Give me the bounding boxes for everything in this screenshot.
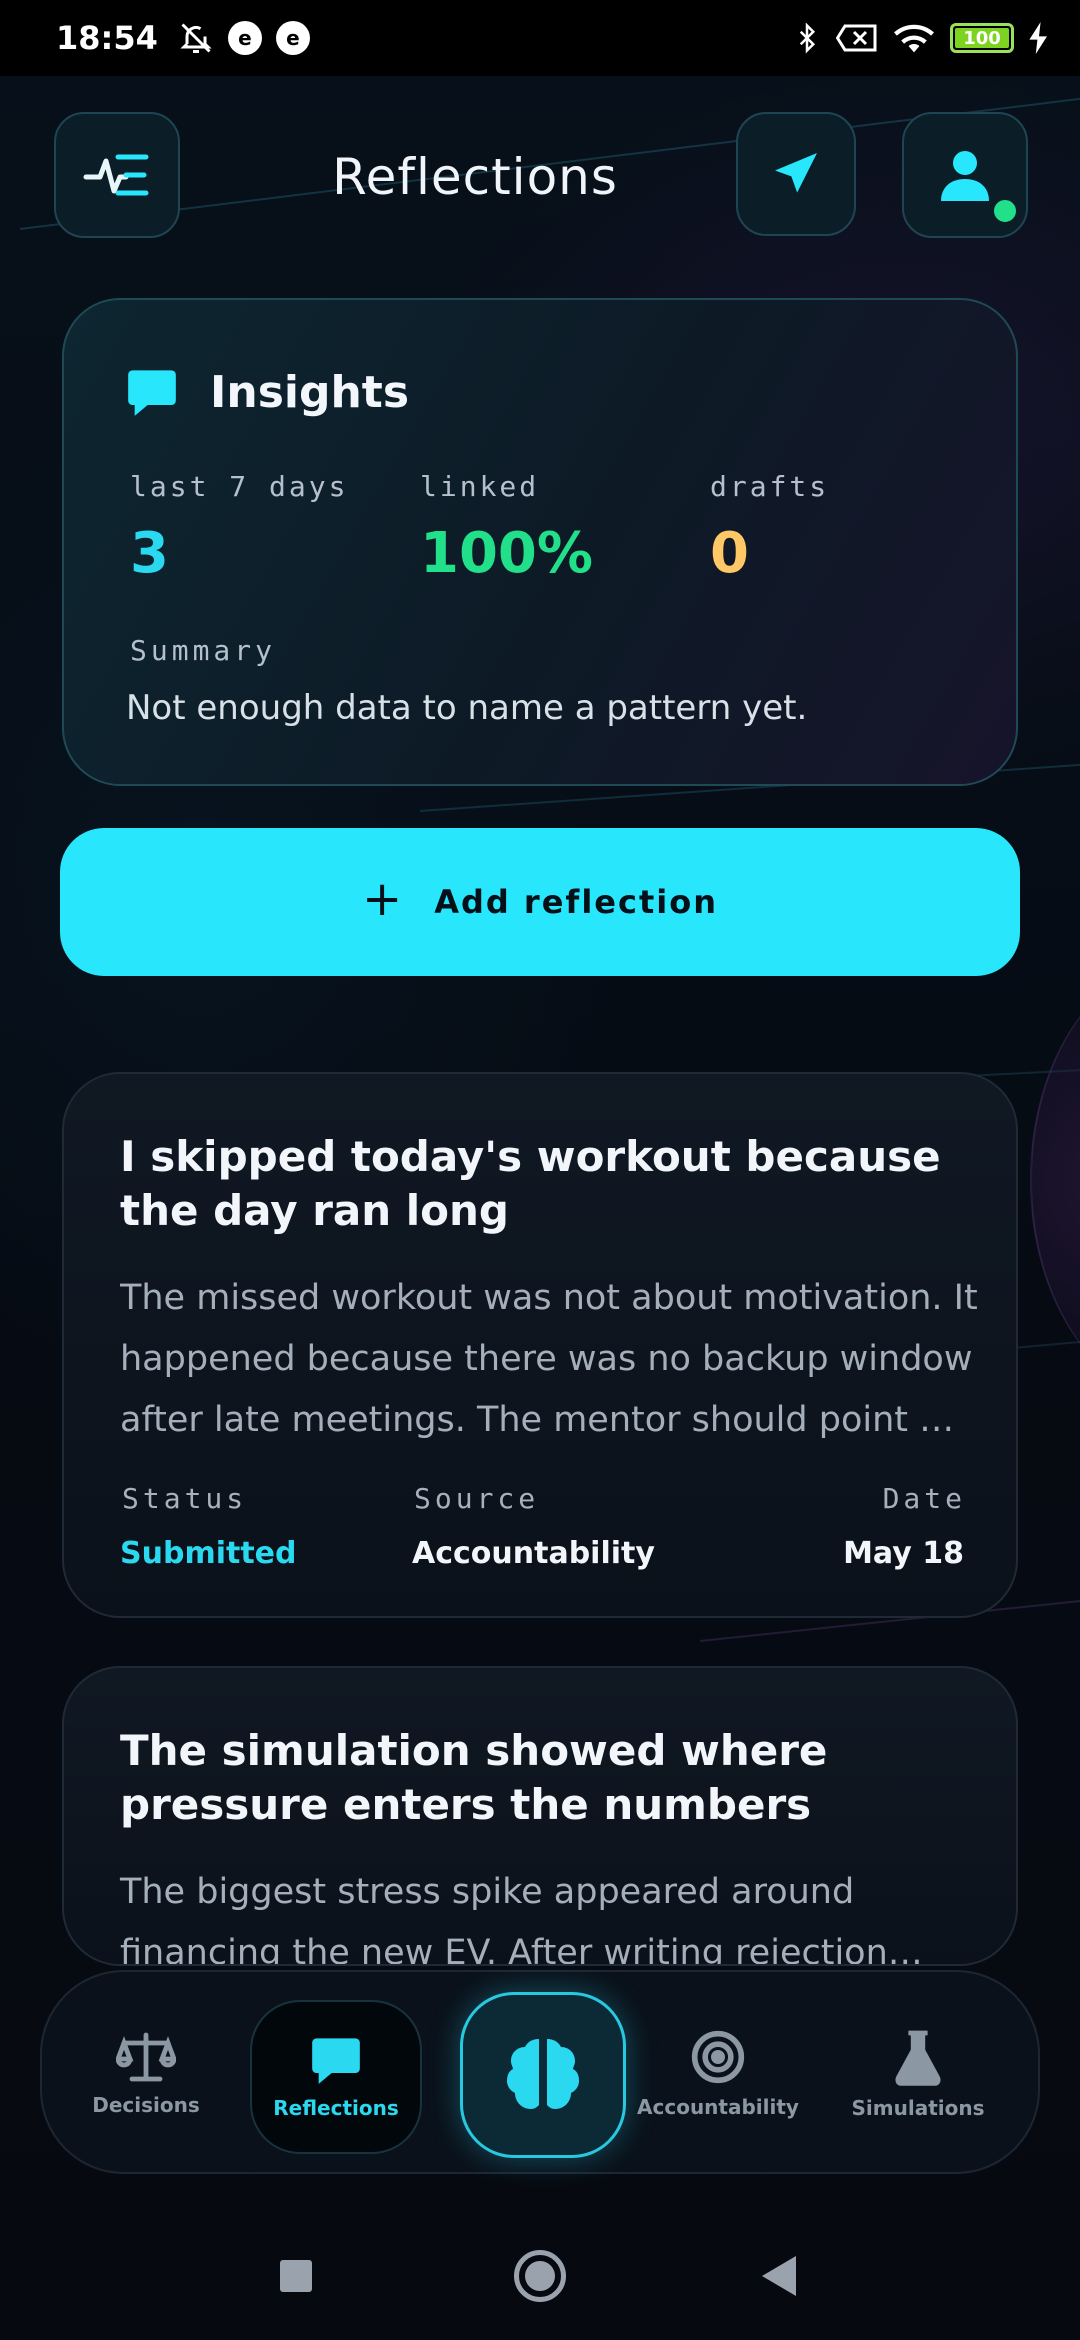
status-label: Status — [122, 1482, 248, 1515]
brain-icon — [507, 2039, 579, 2109]
add-reflection-label: Add reflection — [434, 883, 718, 921]
source-value: Accountability — [412, 1536, 655, 1571]
home-button[interactable] — [514, 2250, 566, 2302]
notification-app-icon: e — [227, 21, 262, 55]
reflection-title: I skipped today's workout because the da… — [120, 1132, 941, 1235]
user-icon — [941, 151, 989, 201]
tab-accountability[interactable]: Accountability — [630, 1972, 806, 2176]
wifi-icon — [894, 24, 934, 53]
chat-bubble-icon — [312, 2038, 360, 2084]
insights-title: Insights — [210, 366, 410, 418]
send-icon — [775, 153, 817, 193]
system-nav-bar — [0, 2200, 1080, 2340]
target-icon — [691, 2030, 745, 2084]
stat-linked: linked 100% — [420, 470, 594, 586]
date-label: Date — [882, 1482, 966, 1515]
decorative-planet — [1030, 960, 1080, 1400]
reflection-card[interactable]: I skipped today's workout because the da… — [62, 1072, 1018, 1618]
recents-button[interactable] — [280, 2260, 312, 2292]
tab-decisions[interactable]: Decisions — [42, 1972, 250, 2176]
status-time: 18:54 — [56, 19, 158, 57]
no-sim-icon — [836, 24, 877, 52]
profile-button[interactable] — [902, 112, 1028, 238]
charging-icon — [1029, 22, 1047, 54]
plus-icon: + — [361, 871, 405, 927]
pulse-logo-icon — [83, 154, 149, 196]
stat-drafts: drafts 0 — [710, 470, 830, 586]
reflection-card[interactable]: The simulation showed where pressure ent… — [62, 1666, 1018, 1966]
page-title: Reflections — [332, 148, 618, 206]
app-logo-button[interactable] — [54, 112, 180, 238]
chat-bubble-icon — [128, 370, 176, 416]
reflections-screen: 18:54 e e 100 Reflections Insights last … — [0, 0, 1080, 2340]
notification-app-icon: e — [275, 21, 310, 55]
reflection-body: The missed workout was not about motivat… — [120, 1278, 978, 1440]
scale-icon — [116, 2032, 176, 2082]
reflection-body: The biggest stress spike appeared around… — [120, 1872, 923, 1966]
send-button[interactable] — [736, 112, 856, 236]
back-icon[interactable] — [762, 2256, 798, 2296]
online-status-dot — [990, 196, 1020, 226]
bell-off-icon — [180, 23, 212, 53]
summary-label: Summary — [130, 634, 277, 667]
battery-indicator: 100 — [950, 23, 1014, 53]
source-label: Source — [414, 1482, 540, 1515]
bottom-nav: Decisions Reflections Accountability Sim… — [40, 1970, 1040, 2174]
summary-text: Not enough data to name a pattern yet. — [126, 688, 808, 728]
date-value: May 18 — [843, 1536, 964, 1571]
status-value: Submitted — [120, 1536, 297, 1571]
mentor-brain-button[interactable] — [460, 1992, 626, 2158]
bluetooth-icon — [799, 22, 816, 54]
add-reflection-button[interactable]: + Add reflection — [60, 828, 1020, 976]
tab-reflections[interactable]: Reflections — [250, 2000, 422, 2154]
insights-card: Insights last 7 days 3 linked 100% draft… — [62, 298, 1018, 786]
tab-simulations[interactable]: Simulations — [818, 1972, 1018, 2176]
flask-icon — [895, 2030, 941, 2086]
reflection-title: The simulation showed where pressure ent… — [120, 1726, 828, 1829]
stat-last-7-days: last 7 days 3 — [130, 470, 349, 586]
status-bar: 18:54 e e 100 — [0, 0, 1080, 76]
